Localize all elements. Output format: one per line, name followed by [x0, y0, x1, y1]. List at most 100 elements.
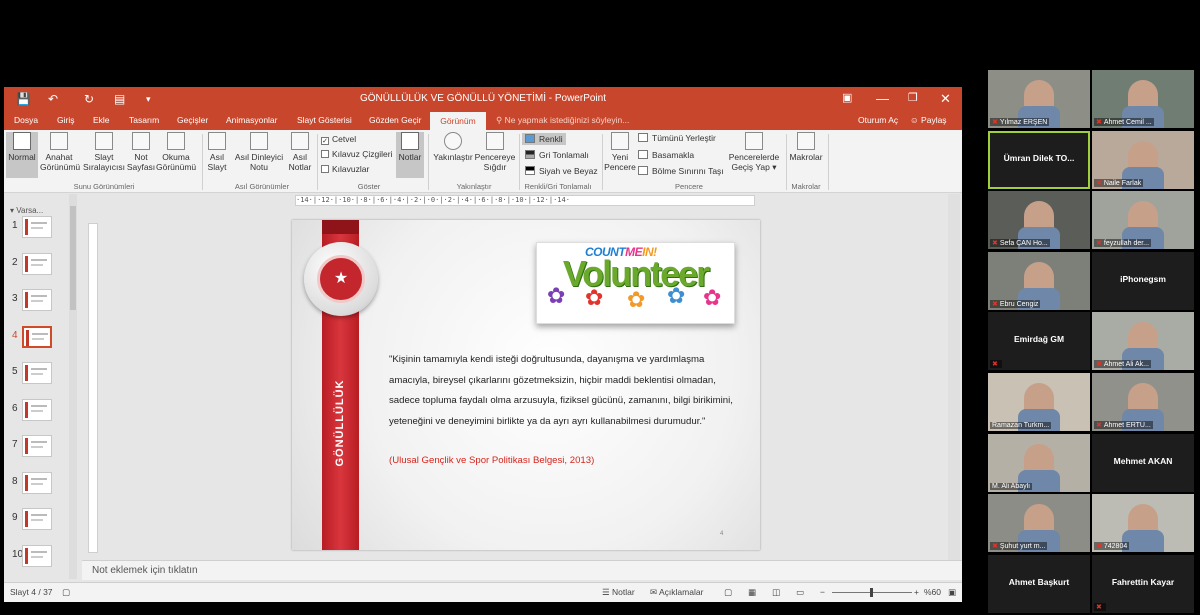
- zoom-button[interactable]: Yakınlaştır: [432, 132, 474, 162]
- fit-slide-icon[interactable]: ▣: [948, 587, 956, 598]
- normal-view-status-icon[interactable]: ▢: [724, 587, 732, 598]
- slide-thumbnail[interactable]: [22, 216, 52, 238]
- slide-thumbnail[interactable]: [22, 252, 52, 275]
- cascade-button[interactable]: Basamakla: [638, 150, 694, 160]
- participant-tile[interactable]: iPhonegsm: [1092, 251, 1194, 310]
- sign-in-link[interactable]: Oturum Aç: [858, 115, 898, 125]
- slide-sorter-button[interactable]: Slayt Sıralayıcısı: [82, 132, 126, 172]
- zoom-in-icon[interactable]: +: [914, 587, 919, 597]
- definition-quote: "Kişinin tamamıyla kendi isteği doğrultu…: [389, 354, 733, 427]
- slide-thumbnail[interactable]: [22, 289, 52, 311]
- gridlines-checkbox[interactable]: Kılavuz Çizgileri: [321, 149, 392, 159]
- slide-thumbnail[interactable]: [22, 325, 52, 348]
- editor-scrollbar[interactable]: [948, 194, 960, 579]
- thumbnail-scrollbar[interactable]: [69, 194, 77, 579]
- participant-tile[interactable]: ✖ Ahmet Cemil ...: [1092, 70, 1194, 128]
- notes-pane[interactable]: Not eklemek için tıklatın: [82, 560, 962, 580]
- macros-button[interactable]: Makrolar: [788, 132, 824, 162]
- participant-tile[interactable]: Ramazan Turkm...: [988, 373, 1090, 431]
- tab-home[interactable]: Giriş: [57, 115, 74, 125]
- participant-tile[interactable]: ✖ Sefa ÇAN Ho...: [988, 191, 1090, 250]
- tab-file[interactable]: Dosya: [14, 115, 38, 125]
- participant-name: Ümran Dilek TO...: [1003, 152, 1075, 163]
- ruler-checkbox[interactable]: ✓ Cetvel: [321, 134, 356, 145]
- tell-me-search[interactable]: ⚲ Ne yapmak istediğinizi söyleyin...: [496, 115, 629, 126]
- participant-tile[interactable]: ✖ Ahmet ERTÜ...: [1092, 373, 1194, 431]
- participant-name: ✖ Yılmaz ERŞEN: [990, 118, 1050, 126]
- section-label[interactable]: ▾ Varsa...: [10, 206, 43, 215]
- outline-view-button[interactable]: Anahat Görünümü: [40, 132, 80, 172]
- slide-thumbnail[interactable]: [22, 435, 52, 457]
- black-white-button[interactable]: Siyah ve Beyaz: [525, 166, 598, 176]
- move-split-icon: [638, 166, 648, 175]
- dropdown-arrow-icon: ▾: [769, 162, 777, 172]
- participant-tile[interactable]: ✖ Ahmet Ali Ak...: [1092, 312, 1194, 371]
- tab-transitions[interactable]: Geçişler: [177, 115, 208, 125]
- grayscale-button[interactable]: Gri Tonlamalı: [525, 150, 589, 160]
- fit-window-icon: [486, 132, 504, 150]
- tab-view[interactable]: Görünüm: [430, 112, 486, 130]
- slide-thumbnail[interactable]: [22, 471, 52, 494]
- guides-checkbox[interactable]: Kılavuzlar: [321, 164, 369, 174]
- participant-tile[interactable]: ✖ 742804: [1092, 494, 1194, 553]
- restore-icon[interactable]: ❐: [908, 91, 918, 104]
- current-slide[interactable]: GÖNÜLLÜLÜK ★ COUNTMEIN! Volunteer ✿ ✿ ✿ …: [292, 220, 760, 550]
- minimize-icon[interactable]: —: [876, 91, 889, 106]
- new-window-button[interactable]: Yeni Pencere: [604, 132, 636, 172]
- zoom-level[interactable]: %60: [924, 587, 941, 597]
- checkmark-icon: ✓: [321, 137, 329, 145]
- notes-page-button[interactable]: Not Sayfası: [126, 132, 156, 172]
- reading-view-button[interactable]: Okuma Görünümü: [156, 132, 196, 172]
- participant-tile[interactable]: ✖ Yılmaz ERŞEN: [988, 70, 1090, 128]
- participant-tile[interactable]: Mehmet AKAN: [1092, 433, 1194, 492]
- notes-master-button[interactable]: Asıl Notlar: [286, 132, 314, 172]
- spell-check-icon[interactable]: ▢: [62, 587, 70, 598]
- comments-status-button[interactable]: ✉ Açıklamalar: [650, 587, 703, 598]
- arrange-all-button[interactable]: Tümünü Yerleştir: [638, 133, 716, 143]
- slide-thumbnail[interactable]: [22, 544, 52, 567]
- slide-thumbnail[interactable]: [22, 398, 52, 421]
- slide-thumbnail[interactable]: [22, 508, 52, 530]
- participant-tile[interactable]: M. Ali Abaylı: [988, 433, 1090, 492]
- share-button[interactable]: ☺ Paylaş: [910, 115, 947, 125]
- participant-tile[interactable]: Fahrettin Kayar ✖: [1092, 554, 1194, 613]
- participant-tile[interactable]: ✖ Naile Farlak: [1092, 130, 1194, 189]
- tab-slideshow[interactable]: Slayt Gösterisi: [297, 115, 352, 125]
- participant-name: Ahmet Başkurt: [1008, 576, 1070, 587]
- participant-tile[interactable]: Ahmet Başkurt: [988, 554, 1090, 613]
- zoom-out-icon[interactable]: −: [820, 587, 825, 597]
- color-button[interactable]: Renkli: [522, 133, 566, 145]
- lightbulb-icon: ⚲: [496, 115, 505, 125]
- participant-tile[interactable]: ✖ Şuhut yurt m...: [988, 494, 1090, 553]
- tab-insert[interactable]: Ekle: [93, 115, 110, 125]
- status-bar: Slayt 4 / 37 ▢ ☰ Notlar ✉ Açıklamalar ▢ …: [4, 582, 962, 602]
- normal-view-button[interactable]: Normal: [6, 132, 38, 178]
- slideshow-status-icon[interactable]: ▭: [796, 587, 804, 598]
- tab-design[interactable]: Tasarım: [129, 115, 159, 125]
- participant-tile[interactable]: Emirdağ GM ✖: [988, 312, 1090, 371]
- participant-tile[interactable]: ✖ feyzullah der...: [1092, 191, 1194, 250]
- slide-sorter-status-icon[interactable]: ▦: [748, 587, 756, 598]
- tab-animations[interactable]: Animasyonlar: [226, 115, 278, 125]
- notes-toggle-button[interactable]: Notlar: [396, 132, 424, 178]
- muted-mic-icon: ✖: [992, 300, 998, 308]
- fit-to-window-button[interactable]: Pencereye Sığdır: [474, 132, 516, 172]
- participant-name: ✖ Ahmet ERTÜ...: [1094, 421, 1153, 429]
- participant-tile[interactable]: Ümran Dilek TO...: [988, 130, 1090, 189]
- switch-windows-button[interactable]: Pencerelerde Geçiş Yap ▾: [726, 132, 782, 172]
- flower-icon: ✿: [627, 287, 646, 312]
- muted-mic-icon: ✖: [990, 360, 1002, 369]
- slide-master-button[interactable]: Asıl Slayt: [204, 132, 230, 172]
- handout-master-button[interactable]: Asıl Dinleyici Notu: [232, 132, 286, 172]
- participant-tile[interactable]: ✖ Ebru Cengiz: [988, 251, 1090, 310]
- ribbon-display-options-icon[interactable]: ▣: [842, 91, 852, 104]
- zoom-slider-thumb[interactable]: [870, 588, 873, 597]
- reading-view-status-icon[interactable]: ◫: [772, 587, 780, 598]
- notes-status-button[interactable]: ☰ Notlar: [602, 587, 635, 598]
- tab-review[interactable]: Gözden Geçir: [369, 115, 421, 125]
- scrollbar-thumb[interactable]: [70, 206, 76, 310]
- move-split-button[interactable]: Bölme Sınırını Taşı: [638, 166, 724, 176]
- slide-thumbnail[interactable]: [22, 362, 52, 384]
- close-icon[interactable]: ✕: [940, 91, 951, 107]
- muted-mic-icon: ✖: [992, 240, 998, 248]
